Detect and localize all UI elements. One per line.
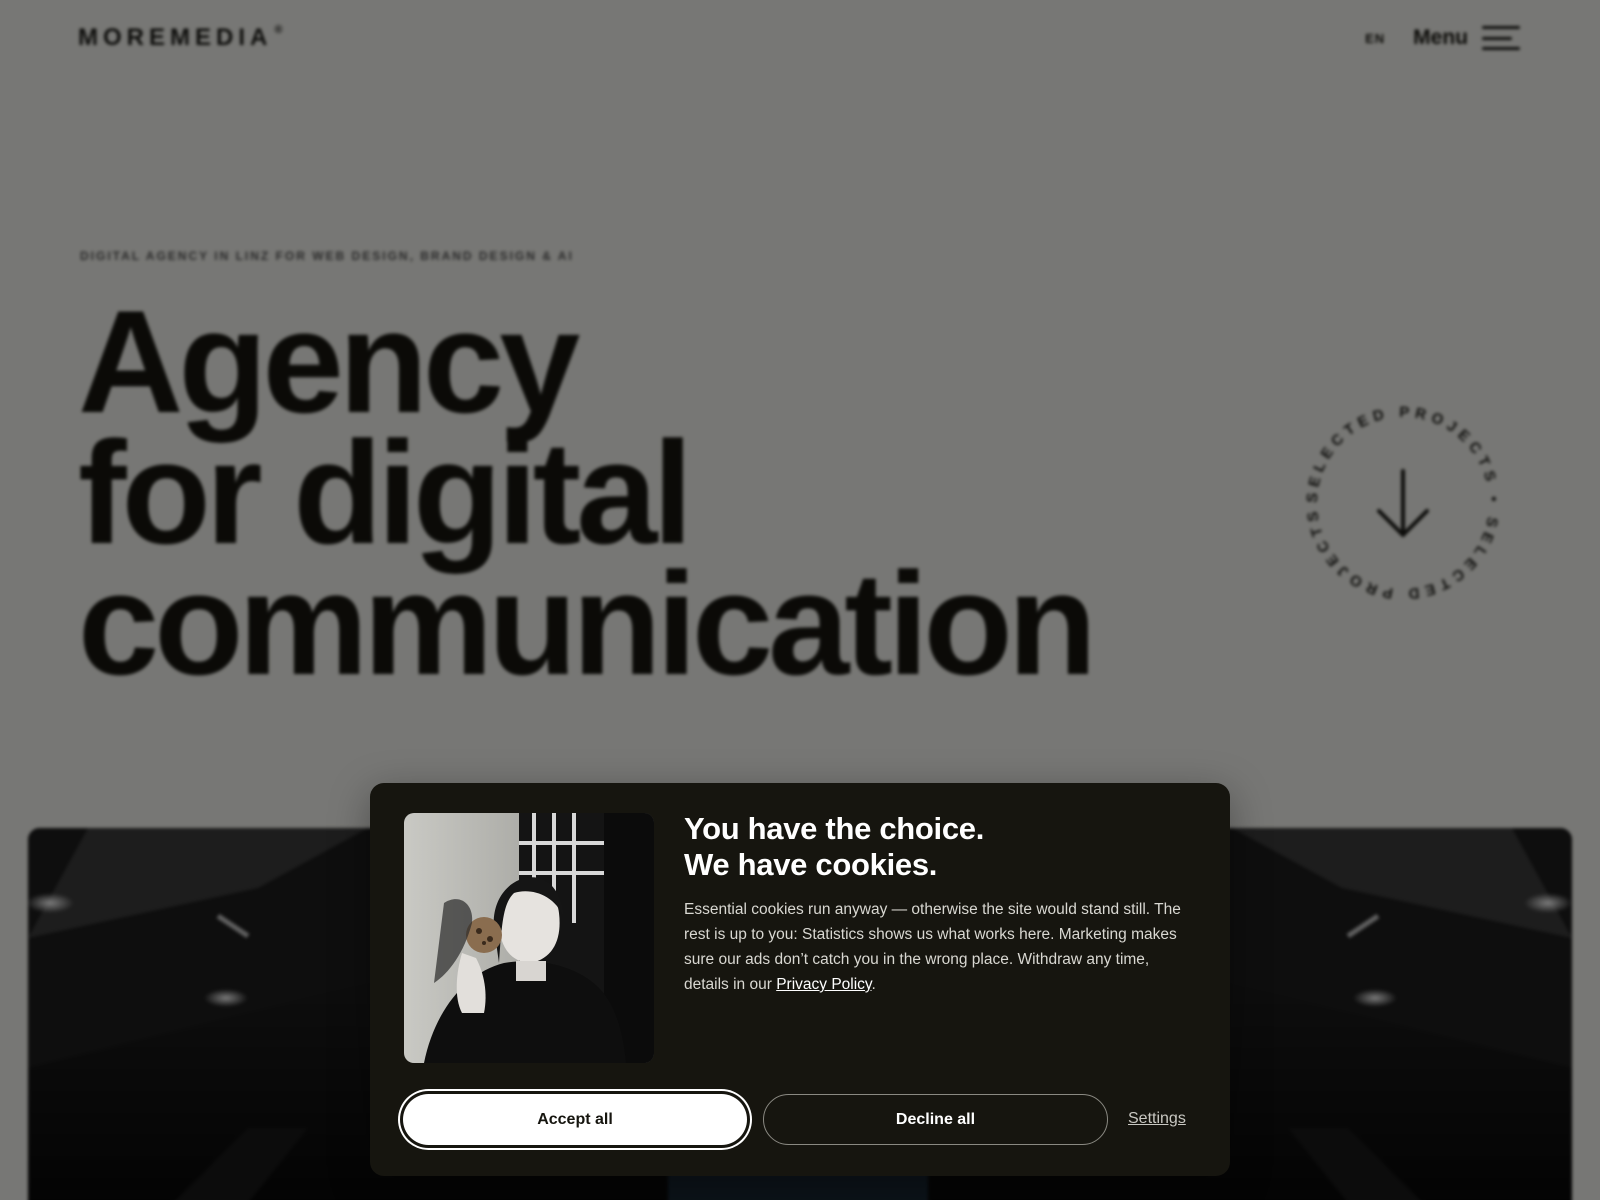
cookie-title-line-1: You have the choice. <box>684 811 985 846</box>
cookie-body-text: Essential cookies run anyway — otherwise… <box>684 901 1181 993</box>
cookie-title-line-2: We have cookies. <box>684 847 938 882</box>
cookie-photo <box>404 813 654 1063</box>
woman-with-cookie-image <box>404 813 654 1063</box>
decline-all-button[interactable]: Decline all <box>763 1094 1108 1145</box>
cookie-body-end: . <box>871 976 876 993</box>
privacy-policy-link[interactable]: Privacy Policy <box>776 976 871 993</box>
cookie-title: You have the choice. We have cookies. <box>684 811 1184 883</box>
cookie-consent-dialog: You have the choice. We have cookies. Es… <box>370 783 1230 1176</box>
accept-all-button[interactable]: Accept all <box>403 1094 747 1145</box>
cookie-settings-link[interactable]: Settings <box>1128 1110 1186 1128</box>
cookie-description: Essential cookies run anyway — otherwise… <box>684 897 1194 997</box>
